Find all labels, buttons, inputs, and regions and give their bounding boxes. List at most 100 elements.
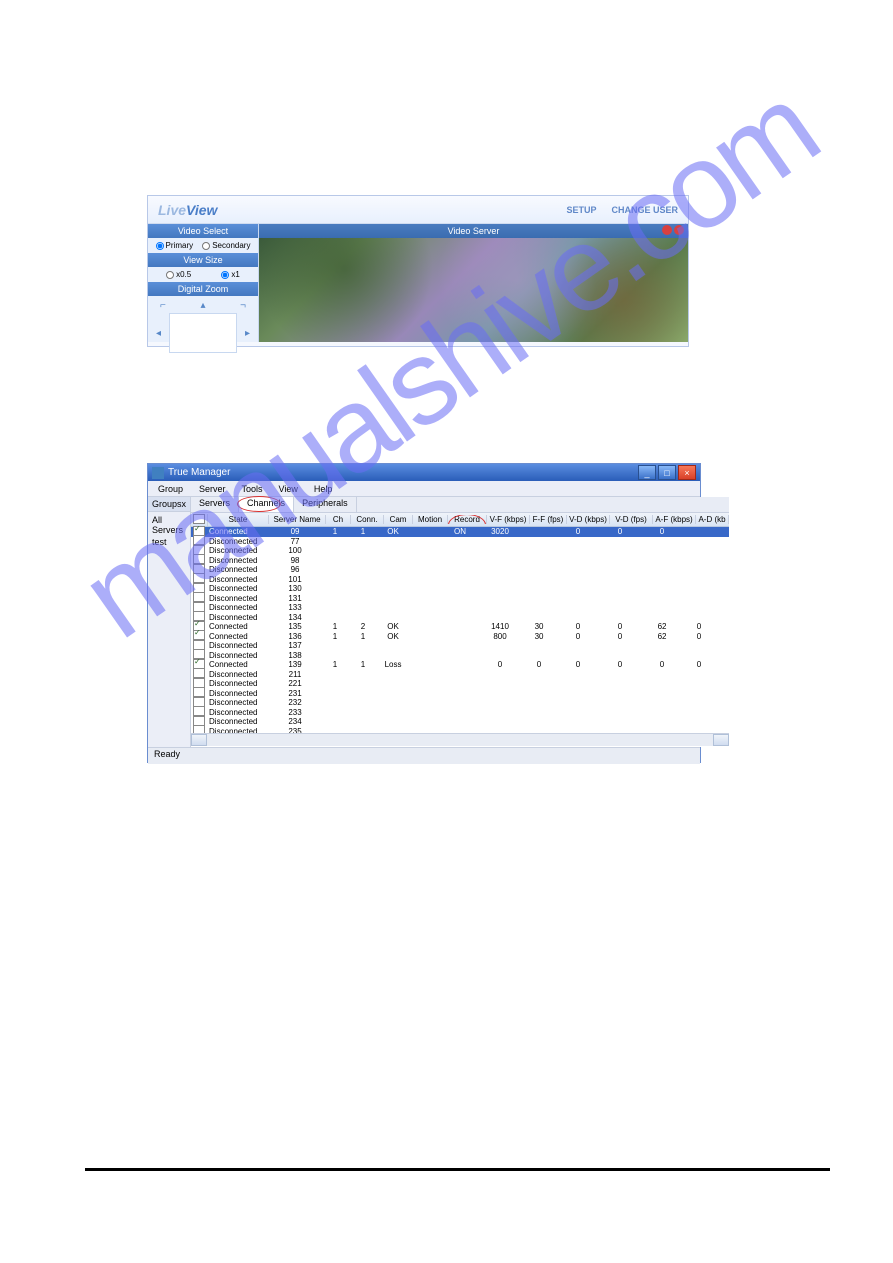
liveview-window: LiveView SETUP CHANGE USER Video Select …: [147, 195, 689, 347]
table-row[interactable]: Disconnected131: [191, 594, 729, 604]
table-row[interactable]: Disconnected77: [191, 537, 729, 547]
zoom-left-icon[interactable]: ◂: [156, 328, 161, 339]
table-row[interactable]: Disconnected233: [191, 708, 729, 718]
table-cell: Disconnected: [207, 546, 267, 555]
row-checkbox[interactable]: [193, 697, 205, 707]
zoom-corner-tr-icon[interactable]: ¬: [240, 300, 246, 311]
row-checkbox[interactable]: [193, 630, 205, 640]
th-state[interactable]: State: [208, 515, 269, 524]
th-af[interactable]: A-F (kbps): [653, 515, 696, 524]
menu-server[interactable]: Server: [193, 484, 232, 494]
th-record[interactable]: Record: [448, 515, 487, 524]
table-row[interactable]: Disconnected138: [191, 651, 729, 661]
tab-channels[interactable]: Channels: [239, 497, 294, 512]
th-cam[interactable]: Cam: [384, 515, 413, 524]
setup-link[interactable]: SETUP: [566, 205, 596, 215]
table-row[interactable]: Connected13611OK8003000620: [191, 632, 729, 642]
row-checkbox[interactable]: [193, 706, 205, 716]
th-motion[interactable]: Motion: [413, 515, 448, 524]
table-cell: 3020: [479, 527, 521, 536]
table-row[interactable]: Connected13512OK14103000620: [191, 622, 729, 632]
th-server-name[interactable]: Server Name: [269, 515, 326, 524]
menu-view[interactable]: View: [273, 484, 304, 494]
x1-radio[interactable]: x1: [221, 270, 239, 279]
zoom-corner-tl-icon[interactable]: ⌐: [160, 300, 166, 311]
menu-help[interactable]: Help: [308, 484, 339, 494]
change-user-link[interactable]: CHANGE USER: [611, 205, 678, 215]
table-row[interactable]: Connected0911OKON3020000: [191, 527, 729, 537]
row-checkbox[interactable]: [193, 621, 205, 631]
table-cell: 137: [267, 641, 323, 650]
scroll-left-icon[interactable]: [191, 734, 207, 746]
horizontal-scrollbar[interactable]: [191, 733, 729, 746]
secondary-radio[interactable]: Secondary: [202, 241, 250, 250]
table-row[interactable]: Disconnected231: [191, 689, 729, 699]
table-cell: 2: [347, 622, 379, 631]
row-checkbox[interactable]: [193, 526, 205, 536]
th-vd2[interactable]: V-D (fps): [610, 515, 653, 524]
tab-servers[interactable]: Servers: [191, 497, 239, 512]
table-row[interactable]: Disconnected234: [191, 717, 729, 727]
row-checkbox[interactable]: [193, 640, 205, 650]
table-header: State Server Name Ch Conn. Cam Motion Re…: [191, 513, 729, 527]
row-checkbox[interactable]: [193, 602, 205, 612]
table-row[interactable]: Disconnected232: [191, 698, 729, 708]
zoom-preview[interactable]: [169, 313, 237, 353]
th-vf[interactable]: V-F (kbps): [487, 515, 530, 524]
table-row[interactable]: Disconnected133: [191, 603, 729, 613]
close-button[interactable]: ×: [678, 465, 696, 480]
row-checkbox[interactable]: [193, 668, 205, 678]
row-checkbox[interactable]: [193, 659, 205, 669]
row-checkbox[interactable]: [193, 678, 205, 688]
zoom-right-icon[interactable]: ▸: [245, 328, 250, 339]
minimize-button[interactable]: _: [638, 465, 656, 480]
row-checkbox[interactable]: [193, 573, 205, 583]
menu-tools[interactable]: Tools: [236, 484, 269, 494]
video-min-icon[interactable]: [662, 225, 672, 235]
x05-radio[interactable]: x0.5: [166, 270, 191, 279]
table-row[interactable]: Connected13911Loss000000: [191, 660, 729, 670]
scroll-right-icon[interactable]: [713, 734, 729, 746]
table-row[interactable]: Disconnected100: [191, 546, 729, 556]
table-row[interactable]: Disconnected130: [191, 584, 729, 594]
table-row[interactable]: Disconnected221: [191, 679, 729, 689]
video-panel: Video Server: [259, 224, 688, 342]
row-checkbox[interactable]: [193, 545, 205, 555]
menu-group[interactable]: Group: [152, 484, 189, 494]
table-row[interactable]: Disconnected96: [191, 565, 729, 575]
video-close-icon[interactable]: [674, 225, 684, 235]
table-row[interactable]: Disconnected137: [191, 641, 729, 651]
tab-peripherals[interactable]: Peripherals: [294, 497, 357, 512]
th-ff[interactable]: F-F (fps): [530, 515, 567, 524]
row-checkbox[interactable]: [193, 535, 205, 545]
table-cell: 30: [521, 622, 557, 631]
table-cell: 1: [323, 527, 347, 536]
table-cell: 136: [267, 632, 323, 641]
row-checkbox[interactable]: [193, 649, 205, 659]
maximize-button[interactable]: □: [658, 465, 676, 480]
group-test[interactable]: test: [152, 536, 186, 548]
row-checkbox[interactable]: [193, 716, 205, 726]
table-cell: 0: [599, 527, 641, 536]
table-row[interactable]: Disconnected134: [191, 613, 729, 623]
th-vd[interactable]: V-D (kbps): [567, 515, 610, 524]
table-row[interactable]: Disconnected101: [191, 575, 729, 585]
th-ad[interactable]: A-D (kb: [696, 515, 729, 524]
row-checkbox[interactable]: [193, 687, 205, 697]
table-row[interactable]: Disconnected98: [191, 556, 729, 566]
groups-close-icon[interactable]: x: [182, 499, 187, 509]
row-checkbox[interactable]: [193, 583, 205, 593]
zoom-up-icon[interactable]: ▴: [200, 300, 205, 311]
row-checkbox[interactable]: [193, 564, 205, 574]
th-conn[interactable]: Conn.: [351, 515, 384, 524]
row-checkbox[interactable]: [193, 611, 205, 621]
row-checkbox[interactable]: [193, 592, 205, 602]
th-ch[interactable]: Ch: [326, 515, 351, 524]
row-checkbox[interactable]: [193, 554, 205, 564]
digital-zoom-title: Digital Zoom: [148, 282, 258, 296]
primary-radio[interactable]: Primary: [156, 241, 194, 250]
table-cell: 232: [267, 698, 323, 707]
th-check[interactable]: [191, 514, 208, 526]
group-all-servers[interactable]: All Servers: [152, 514, 186, 536]
table-row[interactable]: Disconnected211: [191, 670, 729, 680]
